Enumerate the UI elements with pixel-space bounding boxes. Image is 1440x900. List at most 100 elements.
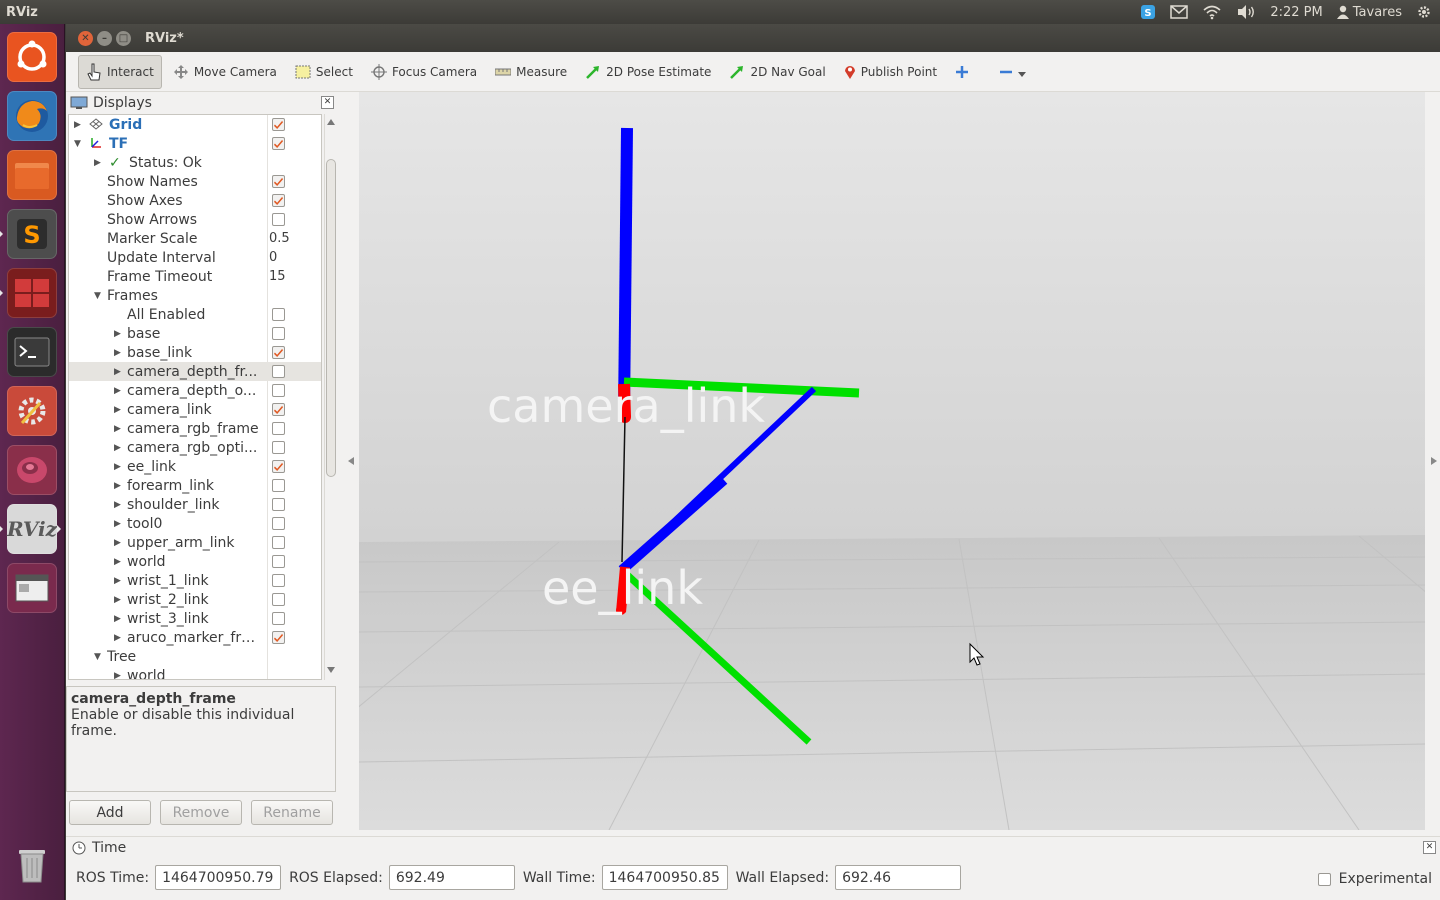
expand-arrow-icon[interactable]: ▶ <box>114 329 121 339</box>
expand-arrow-icon[interactable]: ▶ <box>114 633 121 643</box>
tree-row-grid[interactable]: ▶ Grid <box>69 115 321 134</box>
remove-button[interactable]: Remove <box>160 800 242 825</box>
tree-row-tree[interactable]: ▼ Tree <box>69 647 321 666</box>
close-window-icon[interactable]: ✕ <box>78 30 93 46</box>
terminal-icon[interactable] <box>7 327 57 377</box>
sublime-text-icon[interactable]: S <box>0 209 57 259</box>
frame-checkbox[interactable] <box>272 479 285 492</box>
experimental-toggle[interactable]: Experimental <box>1317 871 1432 887</box>
tree-row-frame[interactable]: ▶ camera_depth_o... <box>69 381 321 400</box>
ros-time-field[interactable]: 1464700950.79 <box>155 865 282 890</box>
tree-row-tree-world[interactable]: ▶ world <box>69 666 321 680</box>
tree-row-all-enabled[interactable]: All Enabled <box>69 305 321 324</box>
show-axes-checkbox[interactable] <box>272 194 285 207</box>
ros-icon[interactable] <box>7 445 57 495</box>
rename-button[interactable]: Rename <box>251 800 333 825</box>
pose-estimate-tool-button[interactable]: 2D Pose Estimate <box>578 55 718 89</box>
experimental-checkbox[interactable] <box>1317 872 1331 886</box>
expand-arrow-icon[interactable]: ▶ <box>114 462 121 472</box>
frame-checkbox[interactable] <box>272 346 285 359</box>
tree-row-frame[interactable]: ▶ upper_arm_link <box>69 533 321 552</box>
wall-time-field[interactable]: 1464700950.85 <box>601 865 728 890</box>
files-icon[interactable] <box>7 150 57 200</box>
frame-checkbox[interactable] <box>272 498 285 511</box>
frame-timeout-value[interactable]: 15 <box>269 269 286 284</box>
tree-row-frame[interactable]: ▶ wrist_1_link <box>69 571 321 590</box>
minimize-window-icon[interactable]: – <box>97 30 112 46</box>
tree-row-frame[interactable]: ▶ camera_depth_fr... <box>69 362 321 381</box>
trash-icon[interactable] <box>7 839 57 889</box>
marker-scale-value[interactable]: 0.5 <box>269 231 290 246</box>
collapse-right-icon[interactable] <box>1430 456 1438 466</box>
tree-row-frame[interactable]: ▶ forearm_link <box>69 476 321 495</box>
3d-viewport[interactable]: camera_link ee_link <box>359 92 1425 830</box>
expand-arrow-icon[interactable]: ▶ <box>114 595 121 605</box>
frame-checkbox[interactable] <box>272 403 285 416</box>
clock[interactable]: 2:22 PM <box>1270 0 1322 24</box>
tree-row-frames[interactable]: ▼ Frames <box>69 286 321 305</box>
system-settings-icon[interactable] <box>7 386 57 436</box>
tree-row-frame[interactable]: ▶ ee_link <box>69 457 321 476</box>
frame-checkbox[interactable] <box>272 593 285 606</box>
frame-checkbox[interactable] <box>272 422 285 435</box>
tree-row-frame[interactable]: ▶ base_link <box>69 343 321 362</box>
close-panel-icon[interactable]: ✕ <box>1423 841 1436 854</box>
expand-arrow-icon[interactable]: ▶ <box>94 158 101 168</box>
expand-arrow-icon[interactable]: ▶ <box>114 481 121 491</box>
expand-arrow-icon[interactable]: ▶ <box>114 405 121 415</box>
tree-row-frame[interactable]: ▶ camera_link <box>69 400 321 419</box>
collapse-left-icon[interactable] <box>347 456 355 466</box>
window-titlebar[interactable]: ✕ – □ RViz* <box>66 24 1440 52</box>
move-camera-tool-button[interactable]: Move Camera <box>166 55 284 89</box>
frame-checkbox[interactable] <box>272 365 285 378</box>
expand-arrow-icon[interactable]: ▶ <box>74 120 81 130</box>
expand-arrow-icon[interactable]: ▶ <box>114 557 121 567</box>
tree-row-frame-timeout[interactable]: Frame Timeout 15 <box>69 267 321 286</box>
wall-elapsed-field[interactable]: 692.46 <box>835 865 962 890</box>
firefox-icon[interactable] <box>7 91 57 141</box>
panel-splitter[interactable] <box>338 92 358 832</box>
expand-arrow-icon[interactable]: ▶ <box>114 576 121 586</box>
tree-row-show-names[interactable]: Show Names <box>69 172 321 191</box>
frame-checkbox[interactable] <box>272 441 285 454</box>
interact-tool-button[interactable]: Interact <box>78 54 162 89</box>
wifi-icon[interactable] <box>1202 0 1222 24</box>
frame-checkbox[interactable] <box>272 631 285 644</box>
tf-checkbox[interactable] <box>272 137 285 150</box>
scroll-down-icon[interactable] <box>326 666 336 674</box>
ubuntu-dash-icon[interactable] <box>7 32 57 82</box>
3d-scene[interactable]: camera_link ee_link <box>359 92 1425 830</box>
collapse-arrow-icon[interactable]: ▼ <box>94 291 101 301</box>
skype-icon[interactable]: S <box>1140 0 1156 24</box>
tree-row-frame[interactable]: ▶ aruco_marker_fra... <box>69 628 321 647</box>
tree-row-show-axes[interactable]: Show Axes <box>69 191 321 210</box>
window-icon[interactable] <box>7 563 57 613</box>
publish-point-tool-button[interactable]: Publish Point <box>837 55 944 89</box>
tree-row-frame[interactable]: ▶ shoulder_link <box>69 495 321 514</box>
expand-arrow-icon[interactable]: ▶ <box>114 367 121 377</box>
workspace-switcher-icon[interactable] <box>0 268 57 318</box>
tree-row-frame[interactable]: ▶ world <box>69 552 321 571</box>
tree-row-update-interval[interactable]: Update Interval 0 <box>69 248 321 267</box>
expand-arrow-icon[interactable]: ▶ <box>114 500 121 510</box>
expand-arrow-icon[interactable]: ▶ <box>114 519 121 529</box>
scrollbar-thumb[interactable] <box>326 159 336 477</box>
frame-checkbox[interactable] <box>272 327 285 340</box>
tree-row-frame[interactable]: ▶ base <box>69 324 321 343</box>
tree-row-tf[interactable]: ▼ TF <box>69 134 321 153</box>
expand-arrow-icon[interactable]: ▶ <box>114 443 121 453</box>
collapse-arrow-icon[interactable]: ▼ <box>74 139 81 149</box>
show-names-checkbox[interactable] <box>272 175 285 188</box>
maximize-window-icon[interactable]: □ <box>116 30 131 46</box>
ros-elapsed-field[interactable]: 692.49 <box>388 865 515 890</box>
right-splitter[interactable] <box>1428 92 1440 832</box>
tree-row-status[interactable]: ▶ ✓ Status: Ok <box>69 153 321 172</box>
expand-arrow-icon[interactable]: ▶ <box>114 671 121 680</box>
frame-checkbox[interactable] <box>272 460 285 473</box>
tree-row-show-arrows[interactable]: Show Arrows <box>69 210 321 229</box>
frame-checkbox[interactable] <box>272 384 285 397</box>
user-menu[interactable]: Tavares <box>1336 0 1402 24</box>
frame-checkbox[interactable] <box>272 517 285 530</box>
frame-checkbox[interactable] <box>272 612 285 625</box>
settings-gear-icon[interactable] <box>1416 0 1432 24</box>
